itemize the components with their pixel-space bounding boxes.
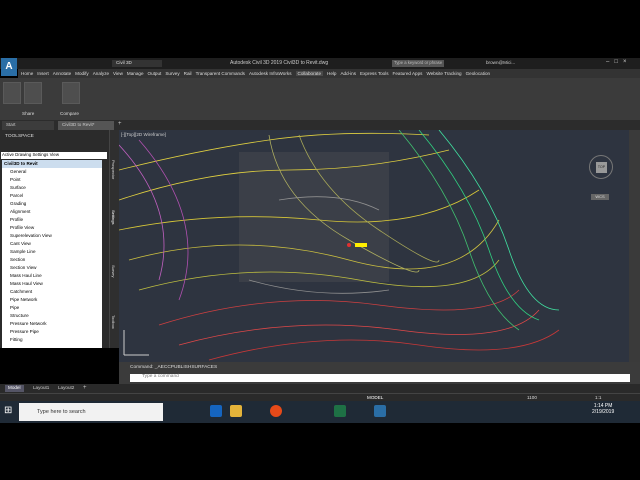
toolspace-view-select[interactable]: Active Drawing Settings View — [1, 152, 107, 159]
command-input[interactable]: Type a command — [130, 374, 630, 382]
windows-start-icon[interactable]: ⊞ — [4, 405, 15, 416]
ribbon-tab[interactable]: Add-ins — [340, 71, 356, 76]
edge-icon[interactable] — [210, 405, 222, 417]
taskbar-clock: 1:14 PM 2/19/2019 — [592, 403, 614, 415]
tree-item[interactable]: Section View — [2, 264, 102, 272]
contour-drawing — [119, 130, 560, 361]
taskbar-search[interactable]: Type here to search — [19, 403, 163, 421]
ribbon-tab[interactable]: Home — [21, 71, 33, 76]
tree-item[interactable]: General — [2, 168, 102, 176]
viewcube-top-face[interactable]: TOP — [596, 162, 607, 173]
tree-item[interactable]: Surface — [2, 184, 102, 192]
ribbon-tab[interactable]: Collaborate — [295, 71, 323, 76]
viewcube-compass[interactable]: TOP — [589, 155, 613, 179]
side-tab-toolbox[interactable]: Toolbox — [111, 315, 116, 329]
chrome-icon[interactable] — [270, 405, 282, 417]
drawing-viewport[interactable]: [-][Top][2D Wireframe] TOP WCS — [119, 130, 629, 362]
ribbon-tab[interactable]: Survey — [165, 71, 179, 76]
tab-drawing[interactable]: Civil3D to Revit* — [58, 121, 114, 130]
tab-layout1[interactable]: Layout1 — [30, 385, 52, 392]
ribbon-panel: Share Compare — [0, 78, 640, 120]
tree-item[interactable]: Mass Haul Line — [2, 272, 102, 280]
status-bar: MODEL 1100 1:1 — [0, 393, 640, 401]
civil3d-icon[interactable] — [374, 405, 386, 417]
annotation-scale[interactable]: 1:1 — [595, 395, 601, 400]
ribbon-tab[interactable]: Website Tracking — [426, 71, 461, 76]
excel-icon[interactable] — [334, 405, 346, 417]
ribbon-tab[interactable]: Help — [327, 71, 336, 76]
toolspace-side-tabs: Prospector Settings Survey Toolbox — [110, 130, 119, 348]
help-search-input[interactable]: Type a keyword or phrase — [392, 60, 444, 67]
tree-item[interactable]: Cant View — [2, 240, 102, 248]
tree-item[interactable]: Mass Haul View — [2, 280, 102, 288]
toolspace-title: TOOLSPACE — [5, 134, 34, 139]
tree-item[interactable]: Alignment — [2, 208, 102, 216]
compare-button[interactable] — [62, 82, 80, 104]
ribbon-tab[interactable]: Transparent Commands — [196, 71, 245, 76]
tree-item[interactable]: Pipe Network — [2, 296, 102, 304]
wcs-menu[interactable]: WCS — [591, 194, 609, 200]
ribbon-tabs: Home Insert Annotate Modify Analyze View Manag… — [18, 69, 640, 78]
ribbon-tab[interactable]: Featured Apps — [393, 71, 423, 76]
workspace-select[interactable]: Civil 3D — [112, 60, 162, 67]
viewport-controls[interactable]: [-][Top][2D Wireframe] — [121, 132, 166, 137]
clock-date: 2/19/2019 — [592, 409, 615, 415]
tree-item[interactable]: Superelevation View — [2, 232, 102, 240]
side-tab-settings[interactable]: Settings — [111, 210, 116, 224]
tree-item[interactable]: Profile — [2, 216, 102, 224]
side-tab-survey[interactable]: Survey — [111, 265, 116, 277]
ribbon-tab[interactable]: Manage — [127, 71, 144, 76]
ribbon-tab[interactable]: View — [113, 71, 123, 76]
command-history: Command: _AECCPUBLISHSURFACES — [130, 365, 218, 370]
tree-item[interactable]: Pressure Pipe — [2, 328, 102, 336]
tree-item[interactable]: Point — [2, 176, 102, 184]
tree-item[interactable]: Grading — [2, 200, 102, 208]
ribbon-tab[interactable]: Analyze — [93, 71, 109, 76]
add-layout-icon[interactable]: + — [80, 385, 90, 392]
tree-item[interactable]: Section — [2, 256, 102, 264]
settings-tree: Civil3D to Revit General Point Surface Parc… — [2, 160, 102, 348]
tab-layout2[interactable]: Layout2 — [55, 385, 77, 392]
model-space-toggle[interactable]: MODEL — [367, 395, 383, 400]
tree-item[interactable]: Structure — [2, 312, 102, 320]
panel-label-share: Share — [22, 111, 35, 116]
top-letterbox — [0, 0, 640, 58]
ribbon-tab[interactable]: Modify — [75, 71, 89, 76]
side-tab-prospector[interactable]: Prospector — [111, 160, 116, 179]
tree-root[interactable]: Civil3D to Revit — [2, 160, 102, 168]
tab-model[interactable]: Model — [5, 385, 24, 392]
bottom-letterbox — [0, 423, 640, 480]
ribbon-tab[interactable]: Express Tools — [360, 71, 389, 76]
ribbon-tab[interactable]: Output — [148, 71, 162, 76]
ribbon-tab[interactable]: Autodesk InfraWorks — [249, 71, 292, 76]
ribbon-tab[interactable]: Annotate — [53, 71, 71, 76]
new-tab-icon[interactable]: + — [118, 121, 122, 127]
tree-item[interactable]: Pipe — [2, 304, 102, 312]
layout-tabs — [0, 384, 640, 393]
app-menu-button[interactable]: A — [1, 58, 17, 76]
tree-item[interactable]: Profile View — [2, 224, 102, 232]
tree-item[interactable]: Parcel — [2, 192, 102, 200]
tree-item[interactable]: Fitting — [2, 336, 102, 344]
tree-item[interactable]: Catchment — [2, 288, 102, 296]
right-toolbar[interactable] — [629, 130, 640, 362]
ribbon-tab[interactable]: Insert — [37, 71, 49, 76]
panel-label-compare: Compare — [60, 111, 79, 116]
tree-item[interactable]: Pressure Network — [2, 320, 102, 328]
file-explorer-icon[interactable] — [230, 405, 242, 417]
share-button[interactable] — [3, 82, 21, 104]
share-view-button[interactable] — [24, 82, 42, 104]
user-account[interactable]: brown@Mici... — [486, 60, 515, 65]
ribbon-tab[interactable]: Geolocation — [466, 71, 491, 76]
tab-start[interactable]: Start — [2, 121, 54, 130]
window-title: Autodesk Civil 3D 2019 Civil3D to Revit.… — [230, 60, 329, 66]
window-controls[interactable]: –□× — [606, 59, 640, 68]
tree-item[interactable]: Sample Line — [2, 248, 102, 256]
ribbon-tab[interactable]: Rail — [184, 71, 192, 76]
scale-value[interactable]: 1100 — [527, 395, 537, 400]
